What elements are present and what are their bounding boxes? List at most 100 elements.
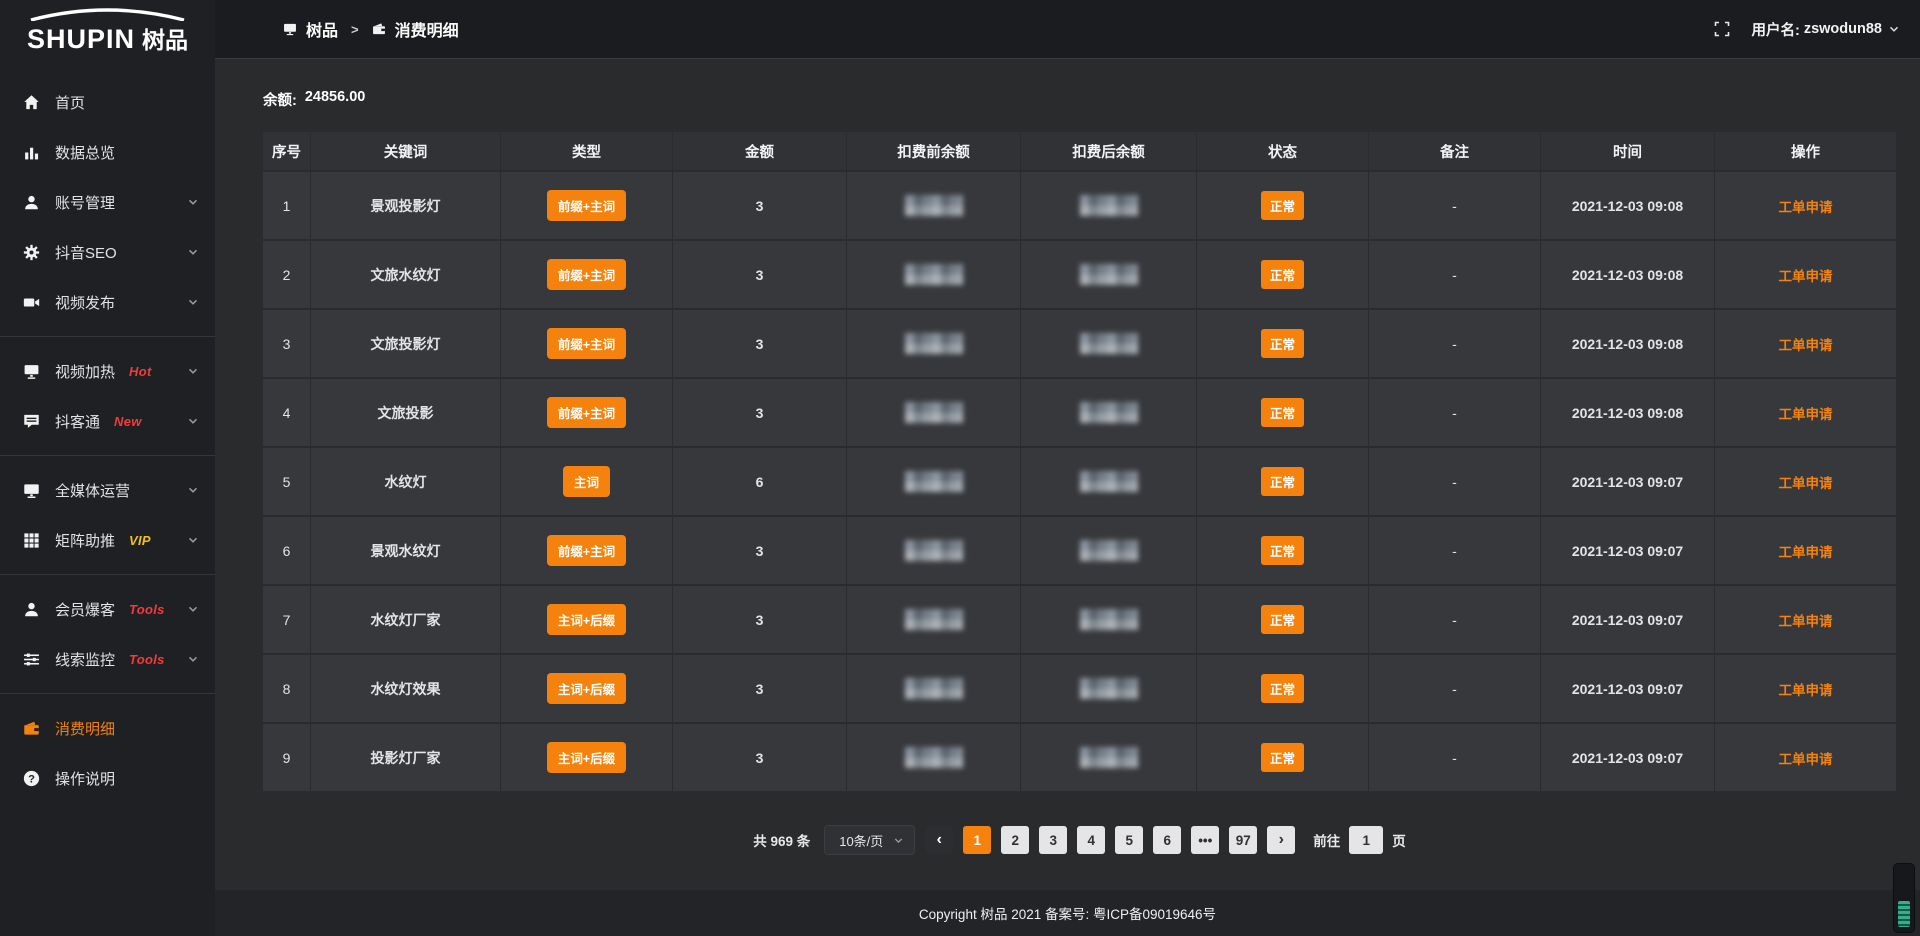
page-size-select[interactable]: 10条/页 [824,825,915,855]
ticket-request-link[interactable]: 工单申请 [1779,403,1833,423]
sidebar-item-lead-monitor[interactable]: 线索监控 Tools [0,634,215,684]
chevron-down-icon [187,365,199,377]
page-button-more[interactable]: ••• [1191,826,1219,854]
sidebar-item-label: 视频加热 [55,361,115,382]
cell-action: 工单申请 [1715,172,1896,241]
cell-index: 2 [263,241,311,310]
cell-time: 2021-12-03 09:08 [1541,241,1715,310]
ticket-request-link[interactable]: 工单申请 [1779,472,1833,492]
fullscreen-icon[interactable] [1714,21,1730,37]
cell-time: 2021-12-03 09:07 [1541,517,1715,586]
redacted-balance-after [1080,609,1138,630]
breadcrumb-root[interactable]: 树品 [306,17,338,41]
goto-page: 前往 页 [1313,826,1406,854]
cell-time: 2021-12-03 09:07 [1541,448,1715,517]
brand-logo: SHUPIN 树品 [0,6,215,61]
page-button-1[interactable]: 1 [963,826,991,854]
ticket-request-link[interactable]: 工单申请 [1779,610,1833,630]
cell-index: 7 [263,586,311,655]
cell-balance-after [1021,379,1197,448]
sidebar-item-consumption-detail[interactable]: 消费明细 [0,703,215,753]
wallet-icon [372,22,386,36]
sidebar-item-data-overview[interactable]: 数据总览 [0,127,215,177]
cell-balance-after [1021,517,1197,586]
sidebar-item-douyin-seo[interactable]: 抖音SEO [0,227,215,277]
redacted-balance-after [1080,333,1138,354]
cell-amount: 3 [673,586,847,655]
cell-amount: 3 [673,517,847,586]
type-badge: 前缀+主词 [547,328,626,359]
cell-keyword: 水纹灯 [311,448,501,517]
cell-index: 3 [263,310,311,379]
sidebar-item-member-burst[interactable]: 会员爆客 Tools [0,584,215,634]
table-row: 4 文旅投影 前缀+主词 3 正常 - 2021-12-03 09:08 工单申… [263,379,1896,448]
cell-action: 工单申请 [1715,310,1896,379]
page-button-4[interactable]: 4 [1077,826,1105,854]
sidebar-item-label: 矩阵助推 [55,530,115,551]
user-menu[interactable]: 用户名: zswodun88 [1752,19,1901,40]
sidebar-divider [0,693,215,694]
ticket-request-link[interactable]: 工单申请 [1779,196,1833,216]
sidebar-item-doukertong[interactable]: 抖客通 New [0,396,215,446]
type-badge: 前缀+主词 [547,397,626,428]
page-button-97[interactable]: 97 [1229,826,1257,854]
sidebar-nav: 首页 数据总览 账号管理 抖音SEO [0,77,215,803]
cell-balance-after [1021,586,1197,655]
cell-time: 2021-12-03 09:07 [1541,724,1715,793]
logo-latin-text: SHUPIN [27,24,135,55]
ticket-request-link[interactable]: 工单申请 [1779,541,1833,561]
page-button-3[interactable]: 3 [1039,826,1067,854]
chevron-down-icon [187,296,199,308]
sidebar-divider [0,574,215,575]
cell-type: 前缀+主词 [501,379,673,448]
cell-balance-after [1021,655,1197,724]
cell-time: 2021-12-03 09:07 [1541,655,1715,724]
ticket-request-link[interactable]: 工单申请 [1779,748,1833,768]
sidebar-item-video-heat[interactable]: 视频加热 Hot [0,346,215,396]
ticket-request-link[interactable]: 工单申请 [1779,265,1833,285]
chevron-down-icon [187,246,199,258]
page-button-5[interactable]: 5 [1115,826,1143,854]
cell-keyword: 投影灯厂家 [311,724,501,793]
gear-icon [23,244,40,261]
cell-time: 2021-12-03 09:08 [1541,379,1715,448]
page-button-2[interactable]: 2 [1001,826,1029,854]
status-badge: 正常 [1261,191,1304,220]
username-label: 用户名: [1752,19,1800,40]
next-page-button[interactable]: › [1267,826,1295,854]
sidebar-item-media-operation[interactable]: 全媒体运营 [0,465,215,515]
chevron-down-icon [893,835,904,846]
chevron-down-icon [187,603,199,615]
member-icon [23,601,40,618]
cell-type: 主词+后缀 [501,724,673,793]
sidebar-item-video-publish[interactable]: 视频发布 [0,277,215,327]
table-row: 8 水纹灯效果 主词+后缀 3 正常 - 2021-12-03 09:07 工单… [263,655,1896,724]
type-badge: 前缀+主词 [547,535,626,566]
sidebar-item-label: 操作说明 [55,768,115,789]
page-button-6[interactable]: 6 [1153,826,1181,854]
home-icon [23,94,40,111]
cell-balance-after [1021,724,1197,793]
ticket-request-link[interactable]: 工单申请 [1779,679,1833,699]
scrollbar-widget[interactable] [1893,863,1915,933]
sidebar-item-operation-guide[interactable]: ? 操作说明 [0,753,215,803]
status-badge: 正常 [1261,743,1304,772]
ticket-request-link[interactable]: 工单申请 [1779,334,1833,354]
sidebar-item-label: 视频发布 [55,292,115,313]
balance-label: 余额: [263,89,297,110]
sidebar-item-account-management[interactable]: 账号管理 [0,177,215,227]
breadcrumb: 树品 > 消费明细 [283,17,459,41]
chevron-down-icon [187,653,199,665]
status-badge: 正常 [1261,398,1304,427]
user-icon [23,194,40,211]
cell-status: 正常 [1197,448,1369,517]
cell-keyword: 文旅水纹灯 [311,241,501,310]
vip-tag: VIP [129,533,151,548]
prev-page-button[interactable]: ‹ [925,826,953,854]
goto-page-input[interactable] [1349,826,1383,854]
sidebar-item-label: 线索监控 [55,649,115,670]
sidebar-item-home[interactable]: 首页 [0,77,215,127]
consumption-table: 序号 关键词 类型 金额 扣费前余额 扣费后余额 状态 备注 时间 操作 1 景… [263,132,1896,793]
cell-amount: 3 [673,172,847,241]
sidebar-item-matrix-boost[interactable]: 矩阵助推 VIP [0,515,215,565]
